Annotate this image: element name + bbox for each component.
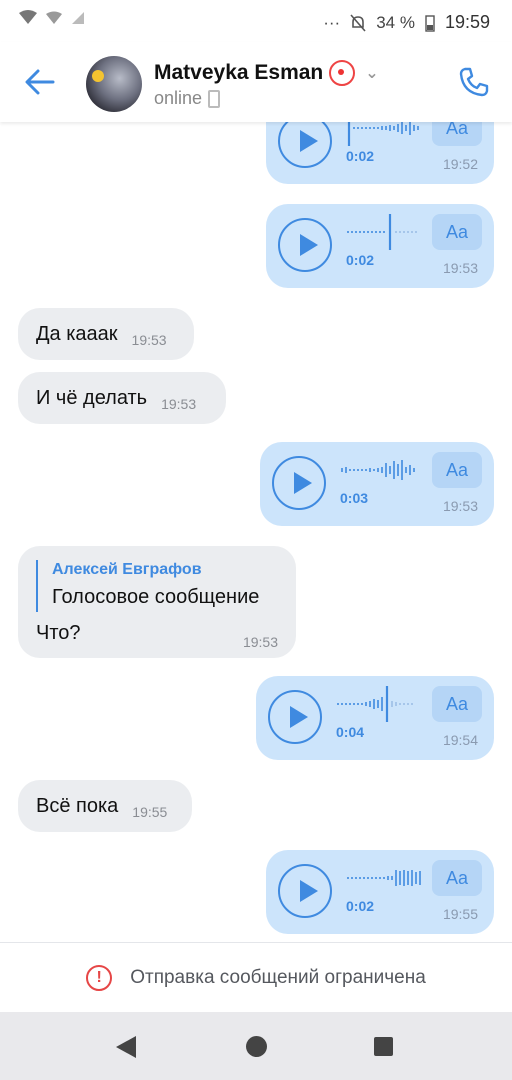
- nav-home-icon[interactable]: [246, 1036, 267, 1057]
- voice-duration: 0:04: [336, 724, 365, 740]
- status-right: ··· 34 % 19:59: [323, 12, 490, 33]
- chat-header: Matveyka Esman ⌄ online: [0, 42, 512, 122]
- voice-duration: 0:02: [346, 898, 375, 914]
- waveform: [341, 460, 415, 480]
- mobile-device-icon: [208, 89, 221, 108]
- battery-percent: 34 %: [376, 12, 415, 32]
- quote-author: Алексей Евграфов: [52, 561, 202, 578]
- play-button[interactable]: [272, 456, 326, 510]
- incoming-reply-message[interactable]: Алексей Евграфов Голосовое сообщение Что…: [18, 546, 296, 658]
- phone-call-icon: [459, 67, 489, 97]
- incoming-message[interactable]: Всё пока 19:55: [18, 780, 192, 832]
- voice-duration: 0:03: [340, 490, 369, 506]
- transcribe-button[interactable]: Aa: [432, 860, 482, 896]
- message-text: И чё делать: [36, 386, 148, 409]
- mute-icon: [350, 13, 366, 32]
- voice-message[interactable]: 0:02 Aa 19:55: [266, 850, 494, 934]
- waveform: [347, 870, 421, 886]
- avatar[interactable]: [86, 56, 142, 112]
- messaging-restricted-bar: ! Отправка сообщений ограничена: [0, 942, 512, 1013]
- warning-icon: !: [86, 965, 113, 991]
- message-time: 19:53: [161, 396, 197, 412]
- message-text: Всё пока: [36, 794, 119, 817]
- voice-duration: 0:02: [346, 252, 375, 268]
- online-status-text: online: [154, 88, 203, 108]
- status-left-icons: [18, 10, 86, 26]
- no-signal-icon: [72, 12, 84, 24]
- play-button[interactable]: [268, 690, 322, 744]
- signal-icon: [19, 10, 37, 24]
- call-button[interactable]: [454, 62, 494, 102]
- quote-text: Голосовое сообщение: [52, 586, 260, 608]
- transcribe-button[interactable]: Aa: [432, 452, 482, 488]
- clock: 19:59: [444, 12, 490, 32]
- play-button[interactable]: [278, 218, 332, 272]
- message-text: Что?: [36, 622, 81, 644]
- chevron-down-icon: ⌄: [365, 65, 379, 82]
- play-button[interactable]: [278, 122, 332, 168]
- clown-face-icon: [329, 60, 356, 86]
- more-dots-icon: ···: [323, 12, 341, 32]
- transcribe-button[interactable]: Aa: [432, 214, 482, 250]
- voice-message[interactable]: 0:04 Aa 19:54: [256, 676, 494, 760]
- waveform: [347, 122, 419, 146]
- message-time: 19:53: [131, 332, 167, 348]
- battery-icon: [425, 14, 435, 32]
- voice-duration: 0:02: [346, 148, 375, 164]
- back-button[interactable]: [20, 62, 60, 102]
- waveform: [337, 686, 413, 722]
- transcribe-button[interactable]: Aa: [432, 686, 482, 722]
- message-text: Да кааак: [36, 322, 118, 345]
- play-button[interactable]: [278, 864, 332, 918]
- message-time: 19:55: [442, 906, 478, 922]
- incoming-message[interactable]: И чё делать 19:53: [18, 372, 226, 424]
- voice-message[interactable]: 0:02 Aa 19:52: [266, 122, 494, 184]
- message-time: 19:53: [442, 498, 478, 514]
- contact-name-row[interactable]: Matveyka Esman ⌄: [154, 60, 379, 86]
- system-nav-bar: [0, 1012, 512, 1080]
- message-time: 19:54: [442, 732, 478, 748]
- nav-back-icon[interactable]: [116, 1036, 136, 1058]
- nav-recents-icon[interactable]: [374, 1037, 393, 1056]
- incoming-message[interactable]: Да кааак 19:53: [18, 308, 194, 360]
- voice-message[interactable]: 0:02 Aa 19:53: [266, 204, 494, 288]
- message-time: 19:53: [442, 260, 478, 276]
- waveform: [347, 214, 417, 250]
- wifi-icon: [46, 11, 62, 24]
- status-bar: ··· 34 % 19:59: [0, 0, 512, 42]
- contact-name: Matveyka Esman: [154, 61, 324, 84]
- back-arrow-icon: [25, 69, 55, 95]
- voice-message[interactable]: 0:03 Aa 19:53: [260, 442, 494, 526]
- transcribe-button[interactable]: Aa: [432, 122, 482, 146]
- quoted-message[interactable]: Алексей Евграфов Голосовое сообщение: [36, 560, 259, 612]
- contact-status: online: [154, 88, 221, 109]
- message-time: 19:55: [132, 804, 168, 820]
- message-time: 19:52: [442, 156, 478, 172]
- message-time: 19:53: [242, 634, 278, 650]
- message-list[interactable]: 0:02 Aa 19:52 0:02 Aa 19:53 Да кааак 19:…: [0, 122, 512, 942]
- restriction-text: Отправка сообщений ограничена: [130, 967, 426, 988]
